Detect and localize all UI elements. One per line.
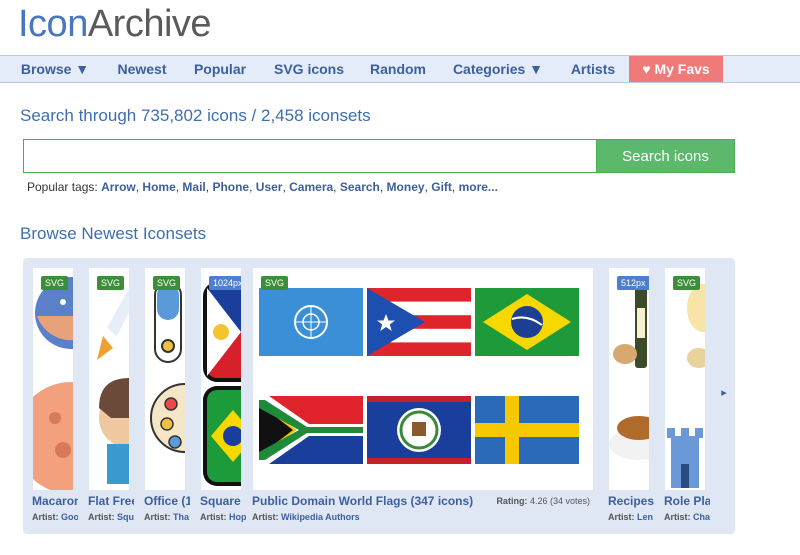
nav-my-favs[interactable]: ♥ My Favs — [629, 56, 723, 82]
svg-badge: SVG — [153, 276, 181, 290]
nav-newest[interactable]: Newest — [108, 56, 176, 82]
square-flags-preview-image — [203, 282, 241, 486]
nav-random[interactable]: Random — [362, 56, 434, 82]
iconset-artist: Artist: Len — [608, 512, 654, 522]
tag-link[interactable]: Phone — [212, 180, 249, 194]
iconset-card-featured[interactable]: SVG Public Domain World Flags (347 icons… — [248, 262, 598, 524]
artist-link[interactable]: Squ — [117, 512, 134, 522]
nav-artists[interactable]: Artists — [562, 56, 624, 82]
tag-link[interactable]: Camera — [289, 180, 333, 194]
iconset-title[interactable]: Macaron — [32, 494, 78, 508]
artist-link[interactable]: Goodstuff — [61, 512, 78, 522]
svg-badge: SVG — [261, 276, 289, 290]
artist-link[interactable]: Tha — [173, 512, 189, 522]
rating-value: 4.26 (34 votes) — [529, 496, 590, 506]
svg-badge: SVG — [97, 276, 125, 290]
search-heading: Search through 735,802 icons / 2,458 ico… — [20, 106, 371, 125]
popular-tags-label: Popular tags: — [27, 180, 98, 194]
iconset-title[interactable]: Role Pla — [664, 494, 710, 508]
recipes-preview-image — [609, 278, 649, 460]
iconset-artist: Artist: Hop — [200, 512, 246, 522]
iconset-artist: Artist: Squ — [88, 512, 134, 522]
iconset-artist: Artist: Tha — [144, 512, 190, 522]
carousel-next-arrow-icon[interactable]: ▸ — [713, 258, 735, 534]
flat-free-preview-image — [97, 288, 129, 484]
popular-tags: Popular tags: Arrow, Home, Mail, Phone, … — [27, 180, 498, 194]
svg-badge: SVG — [41, 276, 69, 290]
main-nav: Browse ▼ Newest Popular SVG icons Random… — [0, 55, 800, 83]
office-preview-image — [150, 281, 185, 453]
iconset-title[interactable]: Recipes — [608, 494, 654, 508]
iconset-card[interactable]: SVG Role Pla Artist: Cha — [660, 262, 710, 524]
nav-browse[interactable]: Browse ▼ — [13, 56, 97, 82]
role-play-preview-image — [667, 284, 705, 488]
iconset-artist: Artist: Goodstuff — [32, 512, 78, 522]
size-badge: 512px — [617, 276, 649, 290]
artist-link[interactable]: Hop — [229, 512, 246, 522]
tag-link[interactable]: Money — [387, 180, 425, 194]
search-input[interactable] — [23, 139, 597, 173]
tag-link[interactable]: Home — [142, 180, 175, 194]
tag-link[interactable]: User — [256, 180, 283, 194]
tag-more-link[interactable]: more... — [459, 180, 498, 194]
iconset-title[interactable]: Flat Free — [88, 494, 134, 508]
tag-link[interactable]: Mail — [182, 180, 205, 194]
logo-part-icon: Icon — [18, 3, 88, 45]
iconset-card[interactable]: SVG Office (1 Artist: Tha — [140, 262, 190, 524]
iconset-card[interactable]: 1024px Square Artist: Hop — [196, 262, 246, 524]
tag-link[interactable]: Gift — [431, 180, 452, 194]
nav-categories[interactable]: Categories ▼ — [444, 56, 552, 82]
iconset-preview: SVG — [145, 268, 185, 490]
size-badge: 1024px — [209, 276, 241, 290]
nav-svg-icons[interactable]: SVG icons — [266, 56, 352, 82]
browse-newest-heading: Browse Newest Iconsets — [20, 224, 207, 243]
site-logo[interactable]: IconArchive — [18, 2, 212, 50]
iconset-card[interactable]: SVG Macaron Artist: Goodstuff — [28, 262, 78, 524]
iconset-rating: Rating: 4.26 (34 votes) — [496, 496, 590, 506]
search-button[interactable]: Search icons — [596, 139, 735, 173]
svg-badge: SVG — [673, 276, 701, 290]
iconset-preview: SVG — [89, 268, 129, 490]
iconset-title[interactable]: Public Domain World Flags (347 icons) — [252, 494, 473, 508]
iconset-preview: SVG — [33, 268, 73, 490]
iconset-preview: SVG — [253, 268, 593, 490]
iconset-artist: Artist: Cha — [664, 512, 710, 522]
iconset-preview: 512px — [609, 268, 649, 490]
tag-link[interactable]: Search — [340, 180, 380, 194]
iconset-artist: Artist: Wikipedia Authors — [252, 512, 360, 522]
iconset-title[interactable]: Office (1 — [144, 494, 190, 508]
artist-link[interactable]: Wikipedia Authors — [281, 512, 360, 522]
iconset-card[interactable]: SVG Flat Free Artist: Squ — [84, 262, 134, 524]
tag-link[interactable]: Arrow — [101, 180, 136, 194]
iconset-preview: 1024px — [201, 268, 241, 490]
artist-link[interactable]: Cha — [693, 512, 710, 522]
macaron-preview-image — [33, 277, 73, 490]
nav-popular[interactable]: Popular — [186, 56, 254, 82]
artist-link[interactable]: Len — [637, 512, 653, 522]
iconset-carousel: SVG Macaron Artist: Goodstuff SVG — [23, 258, 735, 534]
iconset-preview: SVG — [665, 268, 705, 490]
logo-part-archive: Archive — [87, 3, 212, 45]
iconset-title[interactable]: Square — [200, 494, 241, 508]
world-flags-preview-image — [259, 288, 579, 464]
iconset-card[interactable]: 512px Recipes Artist: Len — [604, 262, 654, 524]
